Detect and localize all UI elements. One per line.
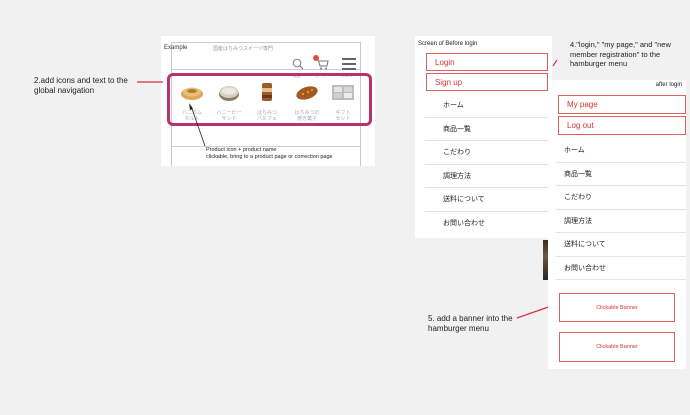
after-login-menu: after login My page Log out ホーム 商品一覧 こだわ… bbox=[548, 80, 686, 369]
menu-item-home[interactable]: ホーム bbox=[556, 139, 686, 163]
menu-item-contact[interactable]: お問い合わせ bbox=[556, 256, 686, 280]
menu-item-products[interactable]: 商品一覧 bbox=[425, 117, 552, 141]
menu-item-cooking[interactable]: 調理方法 bbox=[425, 164, 552, 188]
clickable-banner[interactable]: Clickable Banner bbox=[559, 293, 675, 322]
my-page-button[interactable]: My page bbox=[558, 95, 686, 114]
sign-up-button[interactable]: Sign up bbox=[426, 73, 548, 91]
menu-item-cooking[interactable]: 調理方法 bbox=[556, 209, 686, 233]
menu-item-shipping[interactable]: 送料について bbox=[425, 188, 552, 212]
login-button[interactable]: Login bbox=[426, 53, 548, 71]
menu-item-home[interactable]: ホーム bbox=[425, 94, 552, 118]
menu-list: ホーム 商品一覧 こだわり 調理方法 送料について お問い合わせ bbox=[425, 94, 552, 235]
before-login-title: Screen of Before login bbox=[418, 41, 478, 47]
menu-item-commitment[interactable]: こだわり bbox=[556, 186, 686, 210]
menu-item-contact[interactable]: お問い合わせ bbox=[425, 211, 552, 235]
menu-item-shipping[interactable]: 送料について bbox=[556, 233, 686, 257]
clickable-banner[interactable]: Clickable Banner bbox=[559, 332, 675, 362]
menu-list: ホーム 商品一覧 こだわり 調理方法 送料について お問い合わせ bbox=[556, 139, 686, 280]
menu-item-commitment[interactable]: こだわり bbox=[425, 141, 552, 165]
menu-annotation: 4."login," "my page," and "new member re… bbox=[570, 40, 671, 68]
menu-item-products[interactable]: 商品一覧 bbox=[556, 162, 686, 186]
log-out-button[interactable]: Log out bbox=[558, 116, 686, 135]
before-login-menu: Screen of Before login Login Sign up ホーム… bbox=[415, 36, 552, 238]
product-annotation: Product icon + product name clickable, b… bbox=[206, 147, 333, 160]
after-login-title: after login bbox=[655, 82, 682, 88]
banner-annotation: 5. add a banner into the hamburger menu bbox=[428, 314, 513, 333]
